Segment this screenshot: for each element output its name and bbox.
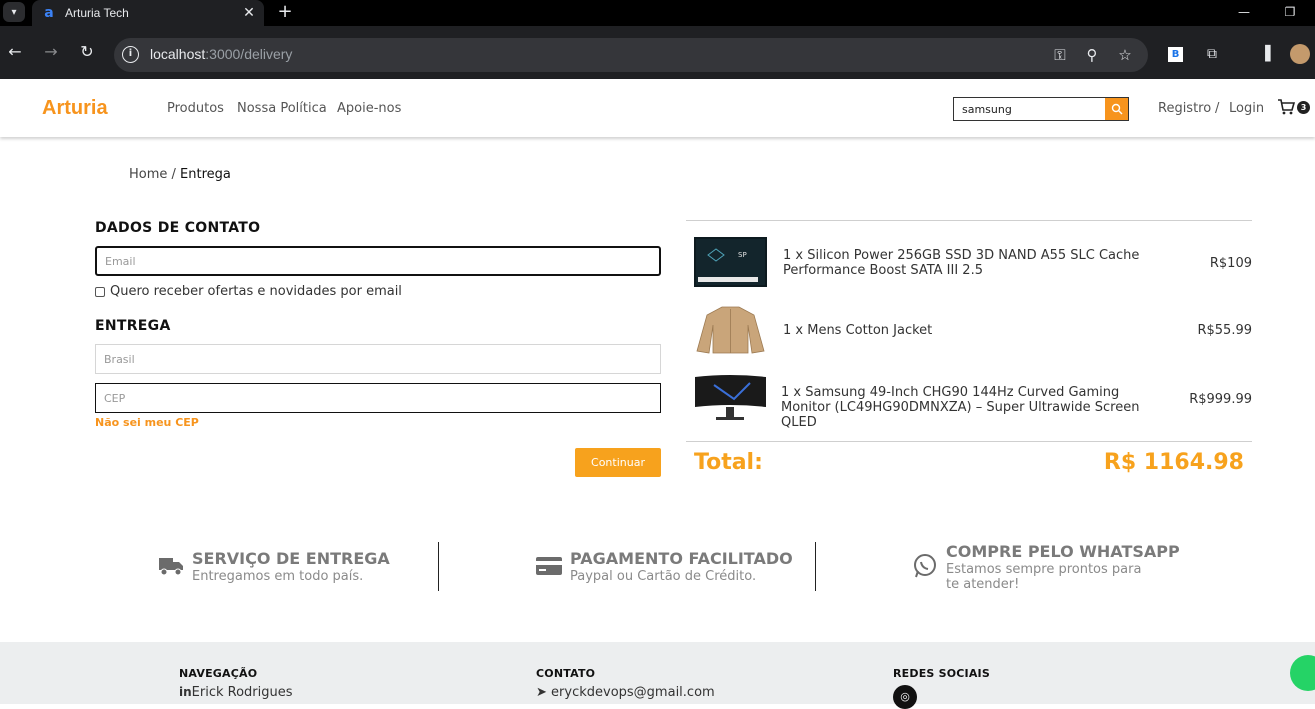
feature-delivery: SERVIÇO DE ENTREGA Entregamos em todo pa… [158, 540, 428, 592]
contact-section-title: DADOS DE CONTATO [95, 220, 261, 236]
new-tab-button[interactable]: + [275, 2, 295, 22]
feature-title: PAGAMENTO FACILITADO [570, 549, 793, 568]
feature-divider [815, 542, 816, 591]
ssd-product-image: SP [694, 237, 767, 287]
order-item-name: 1 x Silicon Power 256GB SSD 3D NAND A55 … [783, 248, 1140, 278]
newsletter-checkbox[interactable] [95, 286, 105, 297]
cep-placeholder: CEP [104, 391, 126, 405]
order-item-price: R$999.99 [1189, 392, 1252, 407]
favicon-icon: a [44, 5, 54, 21]
browser-tab[interactable]: a Arturia Tech ✕ [32, 0, 264, 26]
footer-social-title: REDES SOCIAIS [893, 667, 990, 680]
cart-button[interactable]: 3 [1277, 98, 1310, 118]
cep-field[interactable]: CEP [95, 383, 661, 413]
feature-divider [438, 542, 439, 591]
email-field[interactable]: Email [95, 246, 661, 276]
breadcrumb: Home / Entrega [129, 167, 231, 182]
cep-help-link[interactable]: Não sei meu CEP [95, 416, 199, 429]
profile-avatar[interactable] [1290, 44, 1310, 64]
instagram-icon[interactable]: ◎ [893, 685, 917, 709]
browser-chrome: ▾ a Arturia Tech ✕ + — ❐ ← → ↻ i localho… [0, 0, 1315, 79]
tab-title: Arturia Tech [65, 6, 129, 20]
close-tab-icon[interactable]: ✕ [240, 4, 258, 22]
linkedin-icon: in [179, 685, 192, 699]
extensions-puzzle-icon[interactable]: ⧉ [1203, 45, 1221, 63]
country-placeholder: Brasil [104, 352, 135, 366]
browser-toolbar: ← → ↻ i localhost:3000/delivery ⚿ ⚲ ☆ B … [0, 26, 1315, 79]
site-header: Arturia Produtos Nossa Política Apoie-no… [0, 79, 1315, 137]
zoom-icon[interactable]: ⚲ [1083, 46, 1101, 64]
reload-icon[interactable]: ↻ [77, 42, 97, 62]
back-icon[interactable]: ← [5, 42, 25, 62]
credit-card-icon [536, 557, 562, 575]
total-value: R$ 1164.98 [1103, 450, 1244, 475]
tab-search-button[interactable]: ▾ [3, 2, 25, 22]
feature-subtitle: Estamos sempre prontos para te atender! [946, 562, 1142, 592]
monitor-product-image [694, 373, 767, 423]
breadcrumb-separator: / [167, 167, 181, 182]
country-field[interactable]: Brasil [95, 344, 661, 374]
search-icon [1111, 103, 1122, 115]
breadcrumb-current: Entrega [180, 167, 231, 182]
restore-icon[interactable]: ❐ [1282, 4, 1298, 20]
footer-linkedin-link[interactable]: inErick Rodrigues [179, 685, 293, 700]
nav-link-apoie[interactable]: Apoie-nos [337, 101, 401, 116]
minimize-icon[interactable]: — [1236, 4, 1252, 20]
site-footer: NAVEGAÇÃO inErick Rodrigues CONTATO ➤ er… [0, 642, 1315, 709]
feature-payment: PAGAMENTO FACILITADO Paypal ou Cartão de… [536, 540, 806, 592]
order-item: 1 x Mens Cotton Jacket R$55.99 [694, 305, 1252, 359]
cart-count-badge: 3 [1297, 101, 1310, 114]
paper-plane-icon: ➤ [536, 685, 547, 700]
footer-nav-text: Erick Rodrigues [191, 685, 293, 700]
address-bar[interactable]: i localhost:3000/delivery ⚿ ⚲ ☆ [114, 38, 1148, 72]
delivery-section-title: ENTREGA [95, 318, 171, 334]
order-item: SP 1 x Silicon Power 256GB SSD 3D NAND A… [694, 237, 1252, 291]
features-strip: SERVIÇO DE ENTREGA Entregamos em todo pa… [0, 540, 1315, 600]
breadcrumb-home[interactable]: Home [129, 167, 167, 182]
order-item-price: R$109 [1209, 256, 1252, 271]
newsletter-label[interactable]: Quero receber ofertas e novidades por em… [110, 284, 402, 299]
search-box [953, 97, 1129, 121]
extension-b-icon[interactable]: B [1168, 47, 1183, 62]
svg-text:SP: SP [738, 251, 747, 259]
order-item-price: R$55.99 [1197, 323, 1252, 338]
login-link[interactable]: Login [1229, 101, 1264, 116]
nav-link-politica[interactable]: Nossa Política [237, 101, 327, 116]
feature-title: COMPRE PELO WHATSAPP [946, 542, 1180, 561]
footer-email-link[interactable]: ➤ eryckdevops@gmail.com [536, 685, 715, 700]
whatsapp-icon [914, 554, 936, 578]
tab-strip: ▾ a Arturia Tech ✕ + — ❐ [0, 0, 1315, 26]
search-input[interactable] [954, 98, 1106, 120]
forward-icon[interactable]: → [41, 42, 61, 62]
feature-title: SERVIÇO DE ENTREGA [192, 549, 390, 568]
site-info-icon[interactable]: i [122, 46, 139, 63]
order-bottom-divider [686, 441, 1252, 442]
auth-separator: / [1215, 101, 1220, 116]
footer-nav-title: NAVEGAÇÃO [179, 667, 258, 680]
feature-subtitle: Entregamos em todo país. [192, 569, 364, 584]
footer-contact-text: eryckdevops@gmail.com [551, 685, 715, 700]
continue-button[interactable]: Continuar [575, 448, 661, 477]
nav-link-produtos[interactable]: Produtos [167, 101, 224, 116]
truck-icon [159, 558, 183, 576]
total-label: Total: [694, 450, 763, 475]
search-button[interactable] [1105, 98, 1128, 120]
email-placeholder: Email [105, 254, 136, 268]
key-icon[interactable]: ⚿ [1051, 46, 1069, 64]
order-top-divider [686, 220, 1252, 221]
cart-icon [1278, 99, 1296, 115]
bookmark-star-icon[interactable]: ☆ [1116, 46, 1134, 64]
footer-contact-title: CONTATO [536, 667, 596, 680]
newsletter-option[interactable]: Quero receber ofertas e novidades por em… [95, 284, 402, 299]
url-text[interactable]: localhost:3000/delivery [150, 46, 292, 62]
feature-subtitle: Paypal ou Cartão de Crédito. [570, 569, 757, 584]
site-logo[interactable]: Arturia [42, 97, 108, 120]
order-item: 1 x Samsung 49-Inch CHG90 144Hz Curved G… [694, 373, 1252, 430]
order-item-name: 1 x Samsung 49-Inch CHG90 144Hz Curved G… [781, 385, 1140, 430]
feature-whatsapp: COMPRE PELO WHATSAPP Estamos sempre pron… [912, 533, 1182, 592]
side-panel-icon[interactable]: ▐ [1256, 45, 1274, 63]
register-link[interactable]: Registro [1158, 101, 1211, 116]
order-item-name: 1 x Mens Cotton Jacket [783, 323, 933, 338]
jacket-product-image [694, 305, 767, 355]
